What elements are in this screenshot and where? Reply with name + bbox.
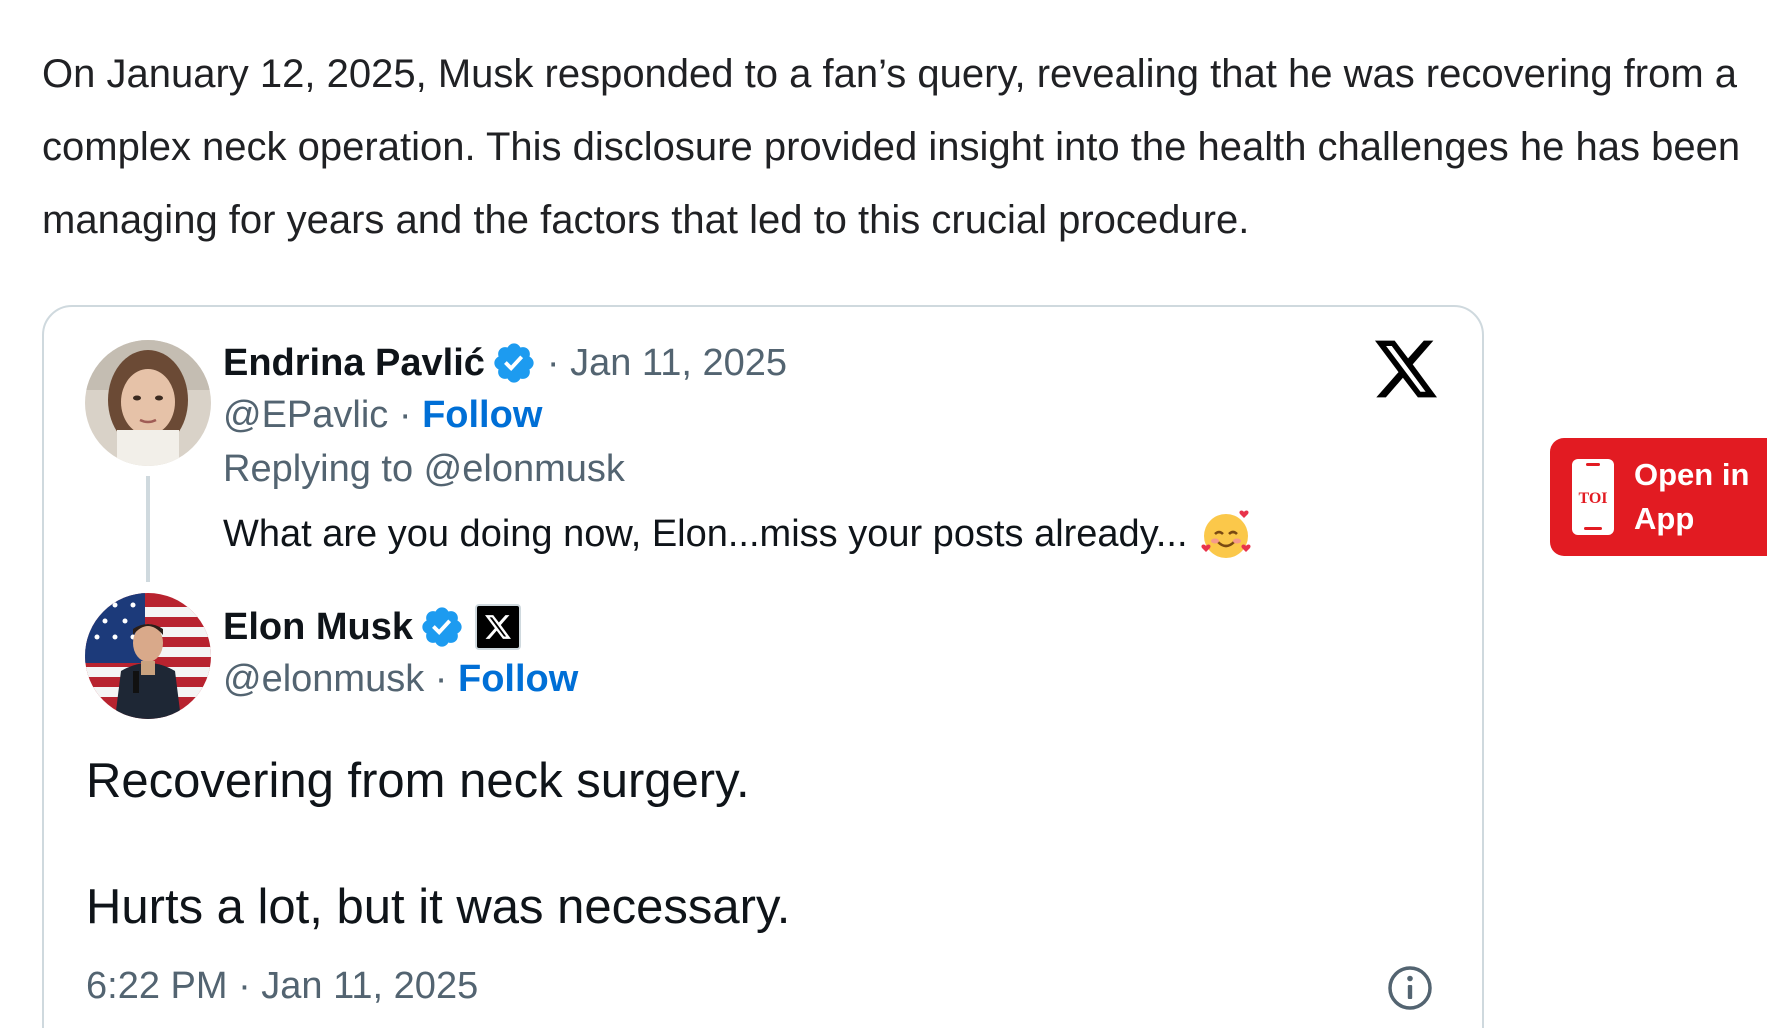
replying-to-label: Replying to @elonmusk [223, 448, 625, 490]
toi-phone-icon: TOI [1572, 459, 1614, 535]
main-tweet-text: Recovering from neck surgery. Hurts a lo… [86, 750, 790, 939]
main-author-name[interactable]: Elon Musk [223, 606, 413, 649]
endrina-avatar[interactable] [85, 340, 211, 466]
open-in-app-label[interactable]: Open in App [1634, 453, 1749, 541]
main-tweet-line-2: Hurts a lot, but it was necessary. [86, 880, 791, 934]
toi-logo-text: TOI [1578, 490, 1607, 507]
follow-elon-button[interactable]: Follow [458, 658, 578, 700]
tweet-timestamp[interactable]: 6:22 PM · Jan 11, 2025 [86, 965, 478, 1008]
main-handle[interactable]: @elonmusk · [223, 658, 447, 700]
follow-endrina-button[interactable]: Follow [422, 394, 542, 436]
reply-tweet-text: What are you doing now, Elon...miss your… [223, 512, 1188, 555]
reply-date[interactable]: · Jan 11, 2025 [547, 342, 787, 385]
open-in-app-button[interactable]: TOI Open in App [1550, 438, 1767, 556]
x-logo-icon[interactable] [1375, 340, 1437, 398]
verified-badge-icon [494, 343, 534, 383]
verified-badge-icon [422, 607, 462, 647]
reply-tweet-text-row: What are you doing now, Elon...miss your… [223, 508, 1252, 560]
smiling-face-with-hearts-icon [1201, 510, 1251, 558]
main-handle-row: @elonmusk · Follow [223, 658, 578, 701]
x-affiliate-badge-icon[interactable] [475, 604, 522, 650]
elon-musk-avatar[interactable] [85, 593, 211, 719]
thread-connector-line [146, 476, 150, 582]
reply-handle[interactable]: @EPavlic · [223, 394, 412, 436]
reply-author-row: Endrina Pavlić · Jan 11, 2025 [223, 340, 787, 386]
main-author-row: Elon Musk [223, 604, 522, 650]
main-tweet-line-1: Recovering from neck surgery. [86, 754, 750, 808]
reply-author-name[interactable]: Endrina Pavlić [223, 342, 485, 385]
reply-handle-row: @EPavlic · Follow [223, 394, 542, 437]
info-circle-icon[interactable] [1386, 964, 1434, 1012]
article-paragraph: On January 12, 2025, Musk responded to a… [42, 52, 1741, 242]
main-tweet-blank-line [86, 813, 790, 876]
